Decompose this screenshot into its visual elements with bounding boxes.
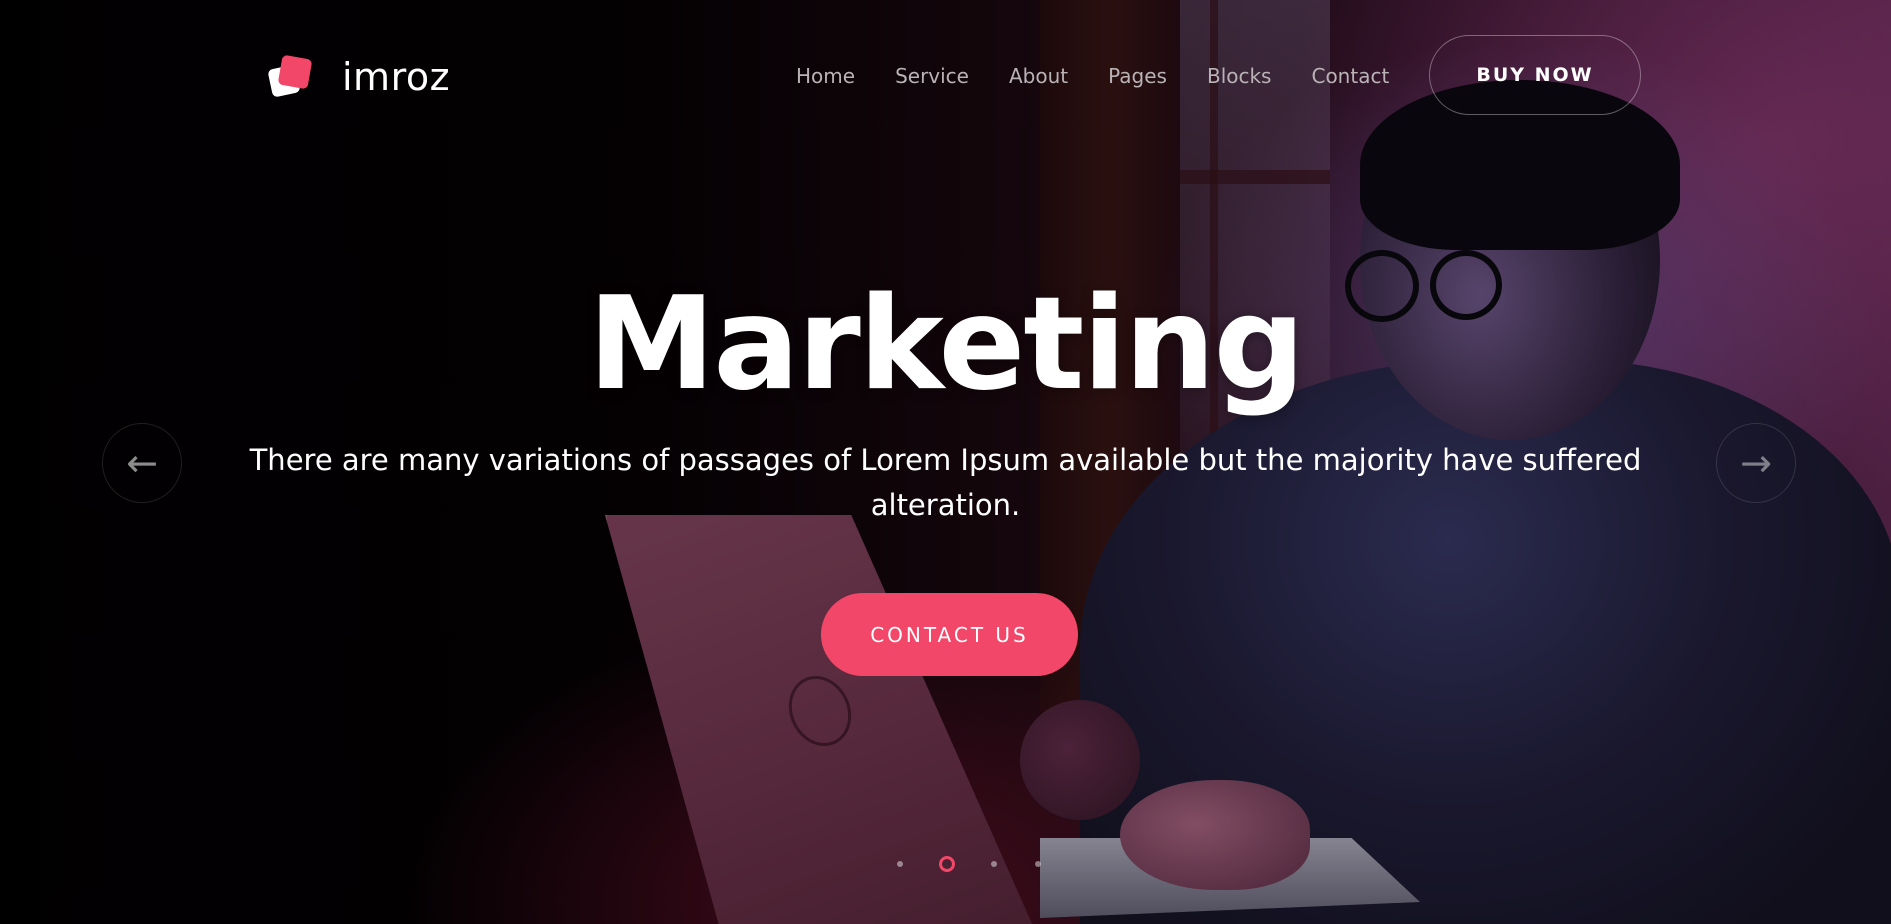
hero-subtitle: There are many variations of passages of… xyxy=(249,443,1642,522)
nav-item-blocks[interactable]: Blocks xyxy=(1207,60,1272,92)
brand-logo[interactable]: imroz xyxy=(267,54,451,100)
nav-item-about[interactable]: About xyxy=(1009,60,1068,92)
arrow-left-icon: ← xyxy=(126,441,158,485)
brand-name: imroz xyxy=(342,55,451,99)
nav-item-contact[interactable]: Contact xyxy=(1311,60,1389,92)
nav-item-service[interactable]: Service xyxy=(895,60,969,92)
contact-us-button[interactable]: CONTACT US xyxy=(821,593,1078,676)
logo-icon xyxy=(267,54,314,98)
nav-item-pages[interactable]: Pages xyxy=(1108,60,1167,92)
hero-title: Marketing xyxy=(587,270,1305,419)
buy-now-button[interactable]: BUY NOW xyxy=(1429,35,1641,115)
slider-dot-3[interactable] xyxy=(991,861,997,867)
slider-next-button[interactable]: → xyxy=(1716,423,1796,503)
slider-dot-2[interactable] xyxy=(939,856,955,872)
hero-section: imroz Home Service About Pages Blocks Co… xyxy=(0,0,1891,924)
slider-prev-button[interactable]: ← xyxy=(102,423,182,503)
main-nav: Home Service About Pages Blocks Contact xyxy=(796,60,1389,92)
slider-pagination xyxy=(878,852,1060,876)
slider-dot-1[interactable] xyxy=(897,861,903,867)
arrow-right-icon: → xyxy=(1740,441,1772,485)
slider-dot-4[interactable] xyxy=(1035,861,1041,867)
nav-item-home[interactable]: Home xyxy=(796,60,855,92)
